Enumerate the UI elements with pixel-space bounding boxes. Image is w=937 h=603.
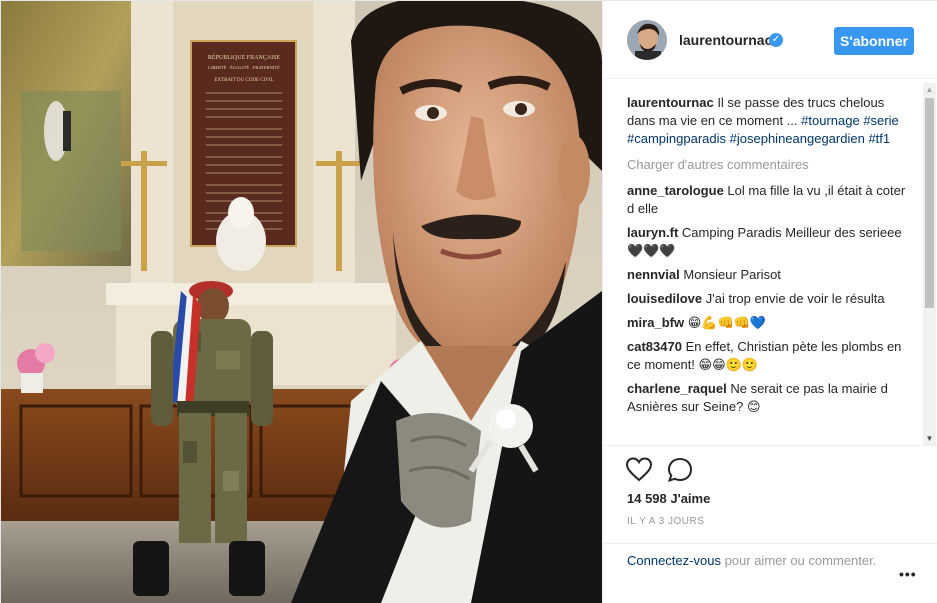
plaque-line: LIBERTÉ · ÉGALITÉ · FRATERNITÉ bbox=[208, 65, 280, 70]
post-details-panel: laurentournac ✓ S'abonner laurentournac … bbox=[602, 1, 937, 603]
hashtag-link[interactable]: #josephineangegardien bbox=[730, 131, 865, 146]
comment-username[interactable]: charlene_raquel bbox=[627, 381, 727, 396]
comment-item: cat83470 En effet, Christian pète les pl… bbox=[627, 338, 909, 374]
comments-scrollbar[interactable]: ▲ ▼ bbox=[923, 83, 936, 445]
post-actions: 14 598 J'aime IL Y A 3 JOURS bbox=[603, 445, 937, 543]
comments-list[interactable]: laurentournac Il se passe des trucs chel… bbox=[627, 94, 909, 442]
photo-illustration: RÉPUBLIQUE FRANÇAISE LIBERTÉ · ÉGALITÉ ·… bbox=[1, 1, 602, 603]
comment-bubble-icon[interactable] bbox=[666, 456, 694, 484]
scroll-up-arrow-icon[interactable]: ▲ bbox=[923, 83, 936, 96]
comment-item: nennvial Monsieur Parisot bbox=[627, 266, 909, 284]
comment-username[interactable]: mira_bfw bbox=[627, 315, 684, 330]
login-link[interactable]: Connectez-vous bbox=[627, 553, 721, 568]
post-header: laurentournac ✓ S'abonner bbox=[603, 1, 937, 79]
hashtag-link[interactable]: #campingparadis bbox=[627, 131, 726, 146]
login-prompt: Connectez-vous pour aimer ou commenter. … bbox=[603, 543, 937, 603]
hashtag-link[interactable]: #tournage bbox=[801, 113, 860, 128]
more-options-icon[interactable]: ••• bbox=[899, 566, 917, 582]
verified-badge-icon: ✓ bbox=[769, 33, 783, 47]
instagram-post: RÉPUBLIQUE FRANÇAISE LIBERTÉ · ÉGALITÉ ·… bbox=[0, 0, 937, 603]
hashtag-link[interactable]: #serie bbox=[863, 113, 898, 128]
avatar-image bbox=[627, 20, 667, 60]
comment-username[interactable]: cat83470 bbox=[627, 339, 682, 354]
comment-text: Monsieur Parisot bbox=[683, 267, 781, 282]
plaque-line: EXTRAIT DU CODE CIVIL bbox=[214, 78, 273, 83]
avatar[interactable] bbox=[627, 20, 667, 60]
hashtag-link[interactable]: #tf1 bbox=[868, 131, 890, 146]
scroll-down-arrow-icon[interactable]: ▼ bbox=[923, 432, 936, 445]
comment-username[interactable]: anne_tarologue bbox=[627, 183, 724, 198]
load-more-comments-link[interactable]: Charger d'autres commentaires bbox=[627, 156, 909, 174]
comment-item: louisedilove J'ai trop envie de voir le … bbox=[627, 290, 909, 308]
follow-button[interactable]: S'abonner bbox=[834, 27, 914, 55]
plaque-line: RÉPUBLIQUE FRANÇAISE bbox=[208, 53, 281, 61]
post-timestamp[interactable]: IL Y A 3 JOURS bbox=[627, 516, 704, 527]
likes-count[interactable]: 14 598 J'aime bbox=[627, 491, 710, 506]
login-prompt-text: Connectez-vous pour aimer ou commenter. bbox=[627, 552, 877, 570]
caption-username[interactable]: laurentournac bbox=[627, 95, 714, 110]
comment-text: J'ai trop envie de voir le résulta bbox=[705, 291, 885, 306]
heart-icon[interactable] bbox=[625, 456, 653, 484]
comment-item: anne_tarologue Lol ma fille la vu ,il ét… bbox=[627, 182, 909, 218]
login-prompt-rest: pour aimer ou commenter. bbox=[720, 553, 877, 568]
comment-username[interactable]: louisedilove bbox=[627, 291, 702, 306]
post-caption: laurentournac Il se passe des trucs chel… bbox=[627, 94, 909, 148]
scrollbar-thumb[interactable] bbox=[925, 98, 934, 308]
comment-item: charlene_raquel Ne serait ce pas la mair… bbox=[627, 380, 909, 416]
comment-item: mira_bfw 😁💪👊👊💙 bbox=[627, 314, 909, 332]
post-photo[interactable]: RÉPUBLIQUE FRANÇAISE LIBERTÉ · ÉGALITÉ ·… bbox=[1, 1, 602, 603]
comment-text: 😁💪👊👊💙 bbox=[687, 315, 767, 330]
comment-item: lauryn.ft Camping Paradis Meilleur des s… bbox=[627, 224, 909, 260]
comment-username[interactable]: lauryn.ft bbox=[627, 225, 678, 240]
header-username[interactable]: laurentournac bbox=[679, 32, 772, 48]
comment-username[interactable]: nennvial bbox=[627, 267, 680, 282]
